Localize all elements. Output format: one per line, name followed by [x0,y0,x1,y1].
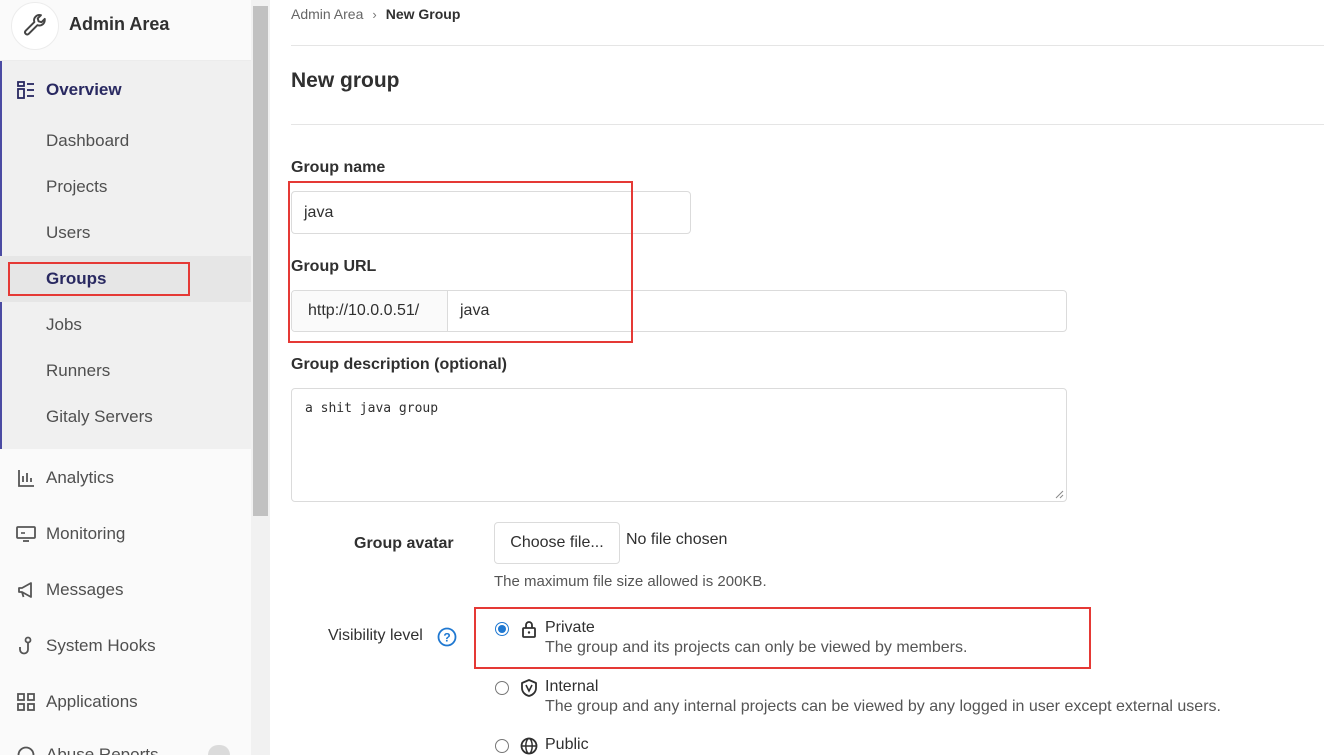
divider [291,124,1324,125]
max-file-size-help: The maximum file size allowed is 200KB. [494,573,767,590]
divider [291,45,1324,46]
sidebar-item-label: Dashboard [46,131,130,150]
visibility-internal-title: Internal [545,678,599,695]
analytics-icon [16,468,36,488]
group-path-value: java [460,302,490,319]
group-description-value: a shit java group [305,401,439,416]
group-url-field: http://10.0.0.51/ java [291,290,1067,332]
sidebar-item-label: Projects [46,177,108,196]
sidebar-item-label: Overview [46,80,122,99]
sidebar-item-label: Applications [46,692,138,711]
sidebar-scrollbar[interactable] [251,0,270,755]
sidebar-item-label: Monitoring [46,524,126,543]
applications-icon [16,692,36,712]
sidebar-item-users[interactable]: Users [0,218,251,248]
url-prefix: http://10.0.0.51/ [292,291,448,331]
group-name-value: java [304,203,334,221]
sidebar-item-label: Messages [46,580,124,599]
visibility-internal-desc: The group and any internal projects can … [545,698,1221,715]
group-name-input[interactable]: java [291,191,691,234]
resize-grip-icon[interactable] [1054,489,1064,499]
question-circle-icon[interactable]: ? [437,627,457,647]
sidebar-item-system-hooks[interactable]: System Hooks [0,631,251,661]
sidebar-item-runners[interactable]: Runners [0,356,251,386]
wrench-icon [24,13,46,36]
sidebar-item-applications[interactable]: Applications [0,687,251,717]
visibility-private-title: Private [545,619,595,636]
group-name-label: Group name [291,159,386,176]
sidebar-item-jobs[interactable]: Jobs [0,310,251,340]
sidebar-item-projects[interactable]: Projects [0,172,251,202]
scrollbar-thumb[interactable] [253,6,268,516]
sidebar-item-label: Users [46,223,91,242]
sidebar-item-label: Gitaly Servers [46,407,153,426]
group-path-input[interactable]: java [448,291,1066,331]
breadcrumb-current[interactable]: New Group [386,6,461,22]
sidebar: Admin Area Overview Dashboard Projects U… [0,0,251,755]
sidebar-item-groups[interactable]: Groups [0,256,251,302]
sidebar-item-label: System Hooks [46,636,156,655]
page-title: New group [291,69,400,92]
group-description-label: Group description (optional) [291,356,507,373]
visibility-internal-radio[interactable] [495,681,509,695]
chevron-right-icon: › [372,6,377,22]
sidebar-item-label: Jobs [46,315,82,334]
sidebar-title[interactable]: Admin Area [69,14,169,35]
breadcrumb-parent[interactable]: Admin Area [291,6,363,22]
sidebar-item-label: Runners [46,361,111,380]
abuse-icon [16,745,36,755]
sidebar-item-analytics[interactable]: Analytics [0,463,251,493]
megaphone-icon [16,580,36,600]
sidebar-item-dashboard[interactable]: Dashboard [0,126,251,156]
hook-icon [16,636,36,656]
no-file-text: No file chosen [626,531,728,548]
shield-icon [521,679,537,697]
choose-file-button[interactable]: Choose file... [494,522,620,564]
monitor-icon [16,524,36,544]
sidebar-item-overview[interactable]: Overview [0,75,251,105]
sidebar-item-label: Groups [46,269,107,288]
sidebar-item-label: Abuse Reports [46,745,159,755]
group-avatar-label: Group avatar [354,535,454,552]
lock-icon [522,621,536,638]
group-url-label: Group URL [291,258,377,275]
visibility-public-title: Public [545,736,589,753]
svg-text:?: ? [443,631,450,645]
globe-icon [520,737,538,755]
sidebar-header: Admin Area [0,0,251,61]
visibility-private-radio[interactable] [495,622,509,636]
group-description-textarea[interactable]: a shit java group [291,388,1067,502]
admin-avatar[interactable] [11,2,59,50]
sidebar-item-gitaly-servers[interactable]: Gitaly Servers [0,402,251,432]
visibility-private-desc: The group and its projects can only be v… [545,639,968,656]
sidebar-item-monitoring[interactable]: Monitoring [0,519,251,549]
sidebar-item-label: Analytics [46,468,115,487]
breadcrumb: Admin Area › New Group [291,6,460,22]
highlight-box-private [474,607,1091,669]
sidebar-item-messages[interactable]: Messages [0,575,251,605]
overview-section [0,61,251,449]
visibility-public-radio[interactable] [495,739,509,753]
visibility-level-label: Visibility level [328,627,423,644]
overview-icon [16,80,36,100]
